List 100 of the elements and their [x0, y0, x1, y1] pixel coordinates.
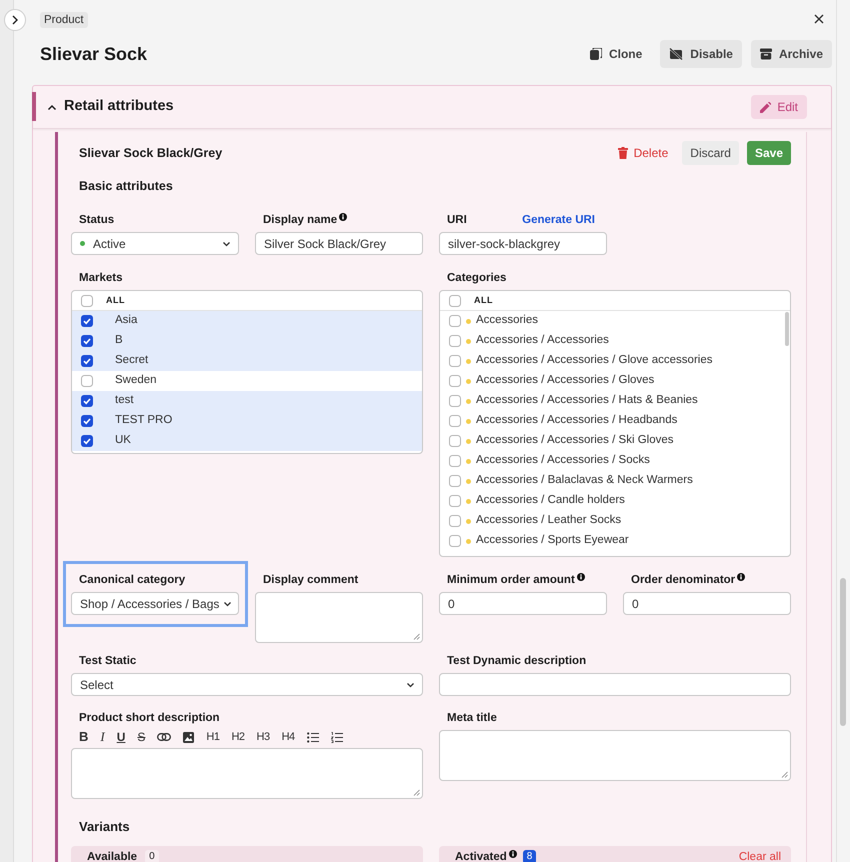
strikethrough-button[interactable]: S	[137, 728, 146, 746]
status-dot-icon	[466, 398, 471, 404]
scrollbar-thumb[interactable]	[785, 312, 789, 346]
status-dot-icon	[466, 458, 471, 464]
resize-handle-icon	[413, 633, 420, 640]
list-item[interactable]: Accessories	[440, 311, 790, 331]
status-dot-icon	[80, 241, 85, 246]
edit-button[interactable]: Edit	[751, 95, 807, 119]
field-label: Status	[79, 213, 114, 227]
heading-button[interactable]: H4	[282, 728, 295, 746]
checkbox[interactable]	[81, 415, 93, 427]
archive-button[interactable]: Archive	[750, 40, 832, 68]
list-item[interactable]: B	[72, 331, 422, 351]
checkbox[interactable]	[449, 395, 461, 407]
underline-button[interactable]: U	[116, 728, 126, 746]
expand-sidebar-button[interactable]	[4, 9, 26, 31]
list-item[interactable]: Accessories / Balaclavas & Neck Warmers	[440, 471, 790, 491]
checkbox[interactable]	[449, 515, 461, 527]
checkbox[interactable]	[81, 375, 93, 387]
status-dot-icon	[466, 518, 471, 524]
image-icon[interactable]	[183, 732, 194, 742]
list-item[interactable]: UK	[72, 431, 422, 451]
select-field[interactable]: Select	[71, 673, 423, 696]
checkbox[interactable]	[81, 335, 93, 347]
checkbox[interactable]	[449, 355, 461, 367]
link-icon[interactable]	[157, 733, 172, 741]
bold-button[interactable]: B	[79, 727, 88, 747]
list-item[interactable]: Accessories / Accessories / Ski Gloves	[440, 431, 790, 451]
checkbox[interactable]	[449, 294, 461, 306]
disable-button[interactable]: Disable	[660, 40, 742, 68]
trash-icon	[618, 147, 628, 159]
list-item[interactable]: Accessories / Accessories / Hats & Beanies	[440, 391, 790, 411]
text-input[interactable]: Silver Sock Black/Grey	[255, 232, 423, 255]
chevron-down-icon	[406, 682, 415, 688]
checkbox[interactable]	[449, 535, 461, 547]
list-item[interactable]: Accessories / Sports Eyewear	[440, 531, 790, 551]
heading-button[interactable]: H2	[231, 728, 245, 746]
select-all-label[interactable]: ALL	[474, 294, 493, 308]
field-label: Markets	[79, 271, 122, 285]
info-icon	[508, 850, 517, 858]
list-item[interactable]: Accessories / Candle holders	[440, 491, 790, 511]
resize-handle-icon	[413, 789, 420, 796]
list-item[interactable]: test	[72, 391, 422, 411]
status-dot-icon	[466, 418, 471, 424]
checkbox[interactable]	[449, 475, 461, 487]
text-area[interactable]	[439, 730, 791, 781]
scrollbar-thumb[interactable]	[840, 578, 846, 726]
heading-button[interactable]: H1	[206, 728, 220, 746]
checkbox[interactable]	[449, 315, 461, 327]
discard-button[interactable]: Discard	[682, 141, 739, 165]
checkbox[interactable]	[81, 294, 93, 306]
resize-handle-icon	[781, 771, 788, 778]
collapse-chevron-icon[interactable]	[47, 104, 57, 110]
delete-button[interactable]: Delete	[614, 141, 672, 165]
info-icon	[576, 573, 585, 581]
list-item[interactable]: Sweden	[72, 371, 422, 391]
list-item[interactable]: Accessories / Accessories / Gloves	[440, 371, 790, 391]
checkbox[interactable]	[449, 375, 461, 387]
heading-button[interactable]: H3	[256, 728, 270, 746]
status-dot-icon	[466, 498, 471, 504]
checkbox[interactable]	[449, 435, 461, 447]
list-item[interactable]: Accessories / Leather Socks	[440, 511, 790, 531]
info-icon	[737, 573, 746, 581]
status-dot-icon	[466, 358, 471, 364]
field-label: Meta title	[447, 711, 497, 725]
field-label: Order denominator	[631, 573, 736, 587]
list-item[interactable]: Accessories / Accessories / Glove accessories	[440, 351, 790, 371]
status-dot-icon	[466, 478, 471, 484]
category-select[interactable]: Shop / Accessories / Bags	[71, 592, 239, 615]
checkbox[interactable]	[449, 415, 461, 427]
text-input[interactable]	[439, 673, 791, 696]
generate-uri-link[interactable]: Generate URI	[522, 213, 595, 227]
select-all-label[interactable]: ALL	[106, 294, 125, 308]
checkbox[interactable]	[81, 355, 93, 367]
list-item[interactable]: Asia	[72, 311, 422, 331]
checkbox[interactable]	[449, 495, 461, 507]
list-item[interactable]: Accessories / Accessories / Headbands	[440, 411, 790, 431]
chevron-right-icon	[12, 15, 18, 25]
text-input[interactable]: silver-sock-blackgrey	[439, 232, 607, 255]
status-select[interactable]: Active	[71, 232, 239, 255]
product-title: Slievar Sock	[40, 42, 148, 66]
list-item[interactable]: Secret	[72, 351, 422, 371]
italic-button[interactable]: I	[100, 727, 105, 747]
bullet-list-icon[interactable]	[306, 732, 319, 742]
close-button[interactable]	[814, 14, 824, 24]
checkbox[interactable]	[81, 315, 93, 327]
text-area[interactable]	[71, 748, 423, 799]
list-item[interactable]: Accessories / Accessories / Socks	[440, 451, 790, 471]
text-area[interactable]	[255, 592, 423, 643]
field-label: Canonical category	[79, 573, 186, 587]
checkbox[interactable]	[449, 455, 461, 467]
number-input[interactable]: 0	[439, 592, 607, 615]
list-item[interactable]: Accessories / Accessories	[440, 331, 790, 351]
checkbox[interactable]	[449, 335, 461, 347]
number-input[interactable]: 0	[623, 592, 791, 615]
clone-button[interactable]: Clone	[580, 40, 652, 68]
list-item[interactable]: TEST PRO	[72, 411, 422, 431]
checkbox[interactable]	[81, 395, 93, 407]
numbered-list-icon[interactable]	[330, 732, 343, 742]
checkbox[interactable]	[81, 435, 93, 447]
